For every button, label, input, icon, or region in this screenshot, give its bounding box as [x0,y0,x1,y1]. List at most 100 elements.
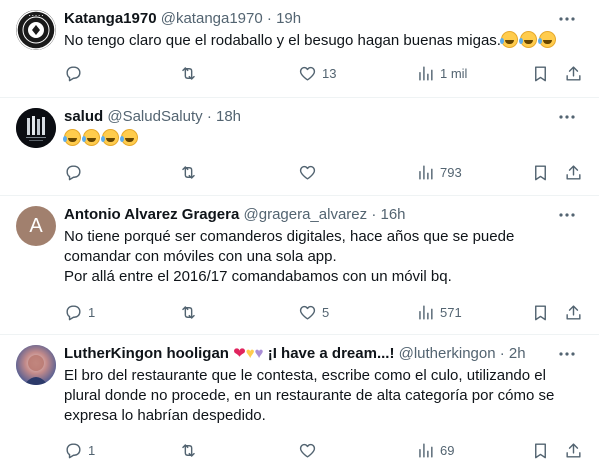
retweet-button[interactable] [179,162,203,182]
reply-button[interactable]: 1 [64,440,95,460]
rofl-emoji [82,129,100,146]
purple-heart-emoji: ♥ [254,345,264,362]
more-icon[interactable] [557,344,577,364]
tweet-text: No tiene porqué ser comanderos digitales… [64,227,581,287]
text-line: comandar con móviles con una sola app. [64,248,337,265]
bookmark-icon [535,65,546,81]
share-icon [566,65,581,81]
share-icon [566,164,581,180]
text-line: Por allá entre el 2016/17 comandabamos c… [64,268,452,285]
rofl-emoji [537,31,556,48]
views-icon [419,442,433,458]
action-bar: 13 1 mil [56,63,581,83]
reply-icon [66,304,81,320]
text-line: No tiene porqué ser comanderos digitales… [64,228,515,245]
action-bar: 1 69 [56,440,581,460]
retweet-icon [182,66,195,80]
display-name[interactable]: Antonio Alvarez Gragera [64,206,239,223]
tweet-header: salud @SaludSaluty · 18h [64,107,559,127]
user-handle[interactable]: @gragera_alvarez [244,206,368,223]
tweet[interactable]: salud @SaludSaluty · 18h 793 [0,98,599,196]
tweet-text: No tengo claro que el rodaballo y el bes… [64,31,581,51]
bookmark-button[interactable] [531,440,550,460]
bookmark-icon [535,442,546,458]
more-icon[interactable] [557,205,577,225]
share-button[interactable] [564,63,583,83]
tweet[interactable]: A Antonio Alvarez Gragera @gragera_alvar… [0,196,599,335]
svg-text:• • • • •: • • • • • [29,14,44,18]
reply-button[interactable] [64,162,88,182]
tweet-header: Katanga1970 @katanga1970 · 19h [64,9,559,29]
display-name[interactable]: LutherKingon hooligan [64,345,229,362]
share-icon [566,442,581,458]
retweet-button[interactable] [179,63,203,83]
like-button[interactable] [298,162,322,182]
share-icon [566,304,581,320]
retweet-button[interactable] [179,302,203,322]
share-button[interactable] [564,302,583,322]
views-button[interactable]: 571 [416,302,462,322]
tweet-text: El bro del restaurante que le contesta, … [64,366,581,426]
timestamp[interactable]: 19h [276,10,301,27]
heart-icon [299,305,316,320]
views-button[interactable]: 793 [416,162,462,182]
separator: · [266,10,272,27]
tweet[interactable]: LutherKingon hooligan ❤♥♥ ¡I have a drea… [0,335,599,475]
like-button[interactable]: 5 [298,302,329,322]
display-name[interactable]: Katanga1970 [64,10,157,27]
action-bar: 793 [56,162,581,182]
tweet-header: Antonio Alvarez Gragera @gragera_alvarez… [64,205,559,225]
rofl-emoji [518,31,537,48]
retweet-icon [182,443,195,457]
like-button[interactable]: 13 [298,63,336,83]
reply-icon [66,164,81,180]
red-heart-emoji: ❤ [233,345,246,362]
avatar[interactable]: A [16,206,56,246]
separator: · [371,206,377,223]
reply-icon [66,442,81,458]
tweet-text [63,129,581,149]
bookmark-button[interactable] [531,302,550,322]
bookmark-icon [535,164,546,180]
avatar[interactable] [16,108,56,148]
share-button[interactable] [564,162,583,182]
separator: · [499,345,505,362]
user-handle[interactable]: @katanga1970 [161,10,263,27]
reply-button[interactable]: 1 [64,302,95,322]
views-icon [419,65,433,81]
separator: · [206,108,212,125]
display-name-suffix[interactable]: ¡I have a dream...! [268,345,395,362]
tweet-header: LutherKingon hooligan ❤♥♥ ¡I have a drea… [64,344,559,364]
reply-button[interactable] [64,63,88,83]
avatar[interactable]: • • • • • [16,10,56,50]
display-name[interactable]: salud [64,108,103,125]
text-line: plural donde no procede, en un restauran… [64,387,555,404]
action-bar: 1 5 571 [56,302,581,322]
more-icon[interactable] [557,107,577,127]
timestamp[interactable]: 18h [216,108,241,125]
views-icon [419,304,433,320]
views-button[interactable]: 1 mil [416,63,467,83]
like-button[interactable] [298,440,322,460]
share-button[interactable] [564,440,583,460]
bookmark-button[interactable] [531,63,550,83]
user-handle[interactable]: @lutherkingon [399,345,496,362]
heart-icon [299,443,316,458]
rofl-emoji [101,129,119,146]
views-button[interactable]: 69 [416,440,454,460]
text-line: El bro del restaurante que le contesta, … [64,367,546,384]
bookmark-button[interactable] [531,162,550,182]
rofl-emoji [499,31,518,48]
user-handle[interactable]: @SaludSaluty [107,108,202,125]
reply-icon [66,65,81,81]
yellow-heart-emoji: ♥ [245,345,255,362]
retweet-button[interactable] [179,440,203,460]
more-icon[interactable] [557,9,577,29]
avatar[interactable] [16,345,56,385]
timestamp[interactable]: 16h [380,206,405,223]
bookmark-icon [535,304,546,320]
heart-icon [299,165,316,180]
avatar-letter: A [29,214,43,237]
tweet[interactable]: • • • • • Katanga1970 @katanga1970 · 19h… [0,0,599,98]
timestamp[interactable]: 2h [509,345,526,362]
